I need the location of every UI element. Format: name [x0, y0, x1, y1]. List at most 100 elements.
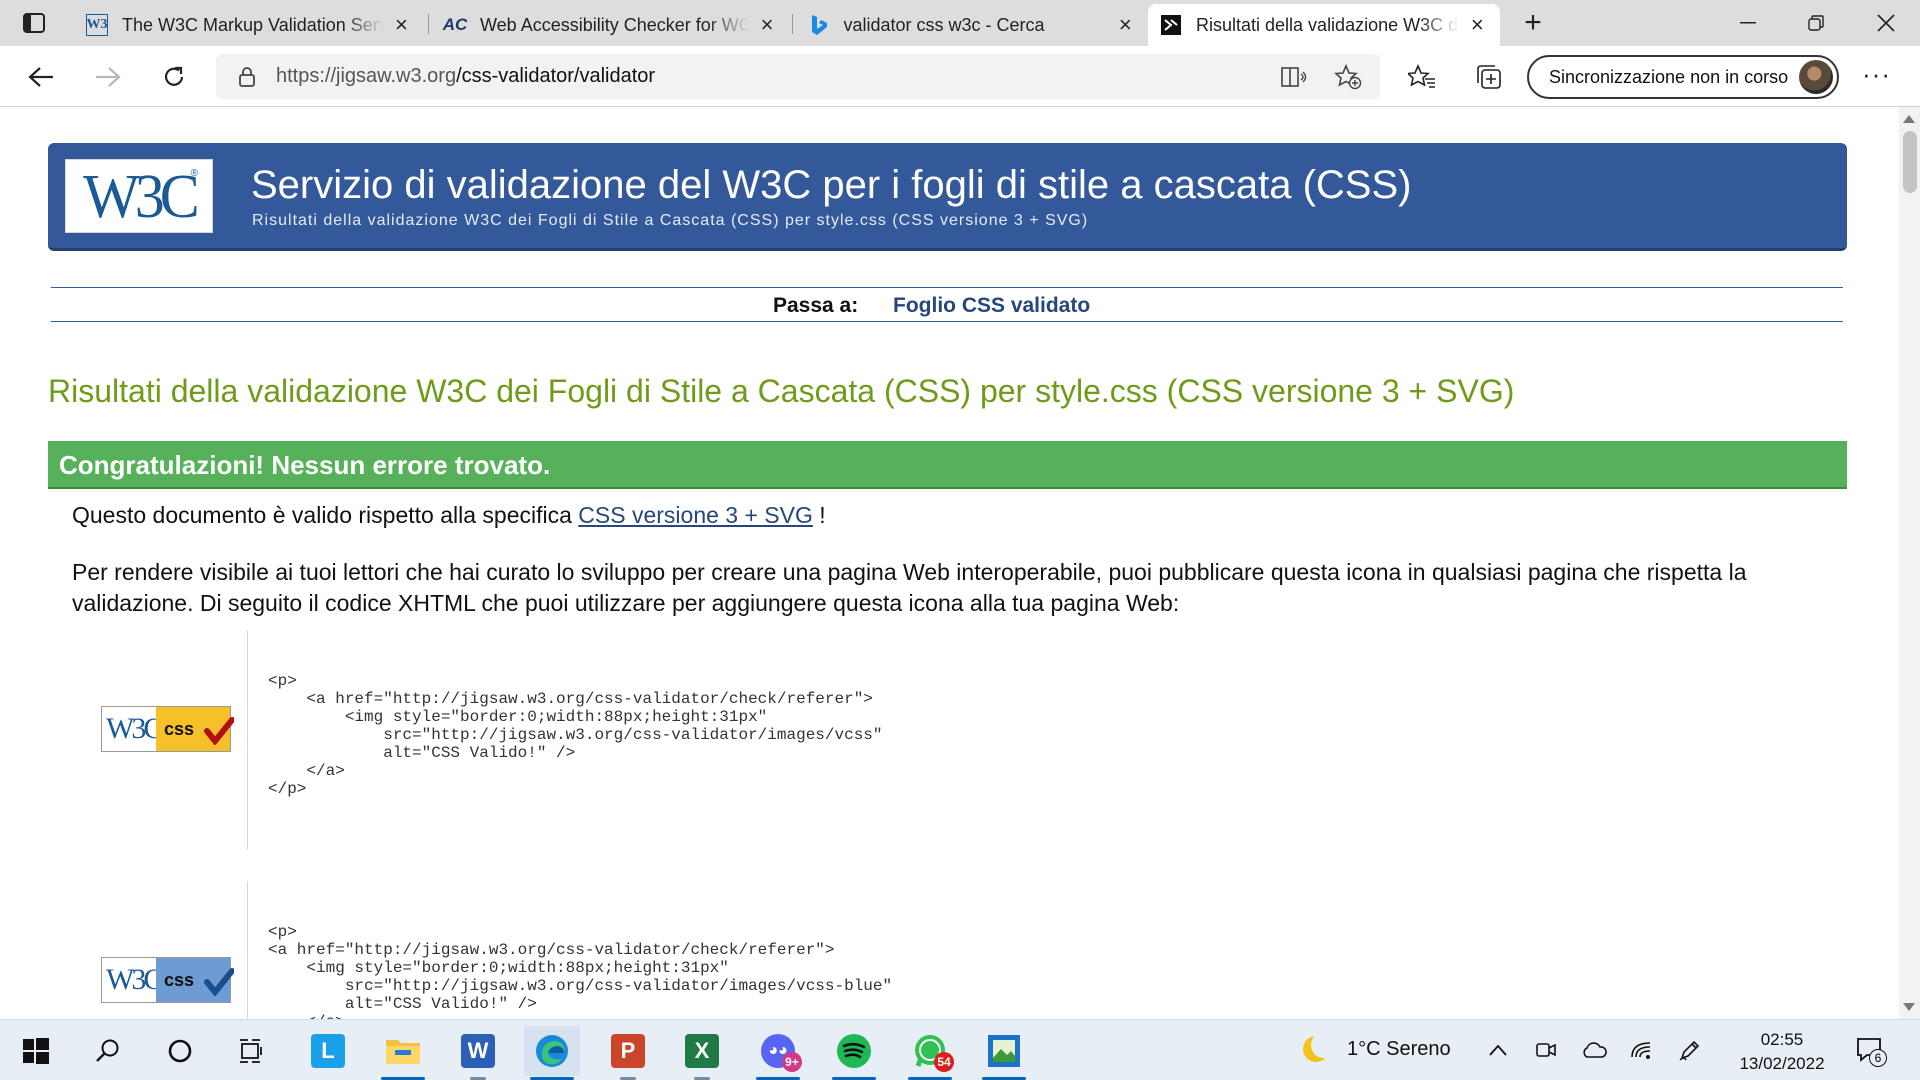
more-options-icon[interactable]: ··· [1862, 61, 1891, 87]
valid-statement: Questo documento è valido rispetto alla … [72, 502, 826, 529]
cortana-icon[interactable] [152, 1026, 208, 1076]
badge-code-blue[interactable]: <p> <a href="http://jigsaw.w3.org/css-va… [268, 923, 892, 1019]
w3c-favicon-icon: W3 [86, 14, 108, 36]
edge-icon[interactable] [524, 1026, 580, 1080]
badge-css-area: css [156, 707, 234, 751]
jump-link-validated-css[interactable]: Foglio CSS validato [893, 294, 1090, 318]
badge-w3c-text: W3C [106, 712, 163, 745]
badge-css-area: css [156, 958, 234, 1002]
css-spec-link[interactable]: CSS versione 3 + SVG [578, 502, 813, 528]
scroll-thumb[interactable] [1903, 131, 1917, 193]
new-tab-button[interactable]: + [1518, 8, 1548, 40]
icon-paragraph: Per rendere visibile ai tuoi lettori che… [72, 559, 1747, 616]
results-title: Risultati della validazione W3C dei Fogl… [48, 373, 1515, 409]
close-icon[interactable]: × [756, 12, 778, 37]
logo-text: W3C [83, 160, 200, 231]
badge-row-blue: W3C css <p> <a href="http://jigsaw.w3.or… [48, 881, 1847, 1019]
close-icon[interactable]: × [391, 12, 412, 37]
tab-strip: W3 The W3C Markup Validation Service × A… [0, 0, 1920, 46]
chevron-up-icon[interactable] [1484, 1036, 1512, 1064]
lock-icon[interactable] [236, 66, 258, 88]
badge-css-text: css [164, 969, 195, 990]
refresh-icon[interactable] [157, 60, 191, 94]
divider [247, 630, 248, 850]
valid-post: ! [812, 502, 826, 528]
search-icon[interactable] [80, 1026, 136, 1076]
page-icon [1160, 14, 1182, 36]
task-view-icon[interactable] [224, 1026, 280, 1076]
discord-icon[interactable]: ◕◕ 9+ [750, 1026, 806, 1080]
url-host: https://jigsaw.w3.org [276, 65, 457, 87]
spotify-icon[interactable] [826, 1026, 882, 1080]
word-icon[interactable]: W [450, 1026, 506, 1080]
restore-icon[interactable] [1796, 8, 1836, 38]
success-message: Congratulazioni! Nessun errore trovato. [59, 450, 551, 480]
powerpoint-icon[interactable]: P [600, 1026, 656, 1080]
wifi-icon[interactable] [1628, 1036, 1656, 1064]
tab-actions-icon[interactable] [20, 10, 48, 36]
clock-time: 02:55 [1760, 1030, 1804, 1049]
system-clock[interactable]: 02:55 13/02/2022 [1730, 1028, 1834, 1076]
windows-taskbar: L W P X ◕◕ 9+ 54 1°C Sereno 02:55 13/02/… [0, 1019, 1920, 1080]
url-path: /css-validator/validator [456, 65, 656, 87]
pen-icon[interactable] [1676, 1036, 1704, 1064]
scroll-up-icon[interactable] [1903, 115, 1915, 123]
tab-bing-search[interactable]: validator css w3c - Cerca × [796, 4, 1148, 46]
jump-bar: Passa a: Foglio CSS validato [51, 287, 1843, 322]
forward-icon[interactable] [91, 60, 125, 94]
photo-app-icon[interactable] [976, 1026, 1032, 1080]
css-valid-badge-gold[interactable]: W3C css [101, 706, 234, 752]
favorites-icon[interactable] [1407, 62, 1437, 92]
tab-accessibility-checker[interactable]: AC Web Accessibility Checker for WCAG × [432, 4, 790, 46]
page-viewport: W3C ® Servizio di validazione del W3C pe… [0, 107, 1899, 1019]
sync-profile-button[interactable]: Sincronizzazione non in corso [1527, 55, 1839, 99]
tab-title: validator css w3c - Cerca [843, 14, 1045, 35]
start-icon[interactable] [8, 1026, 64, 1076]
weather-text[interactable]: 1°C Sereno [1347, 1038, 1451, 1061]
immersive-reader-icon[interactable] [1280, 64, 1308, 90]
tab-separator [428, 14, 429, 34]
onedrive-icon[interactable] [1580, 1036, 1608, 1064]
sync-label: Sincronizzazione non in corso [1549, 66, 1789, 87]
excel-icon[interactable]: X [674, 1026, 730, 1080]
tab-w3c-markup-validator[interactable]: W3 The W3C Markup Validation Service × [74, 4, 424, 46]
divider [247, 881, 248, 1019]
banner-title: Servizio di validazione del W3C per i fo… [251, 163, 1412, 207]
minimize-icon[interactable] [1728, 8, 1768, 38]
success-banner: Congratulazioni! Nessun errore trovato. [48, 441, 1847, 489]
close-icon[interactable]: × [1467, 12, 1488, 37]
discord-badge: 9+ [782, 1052, 802, 1072]
window-close-icon[interactable] [1866, 8, 1906, 38]
badge-code-gold[interactable]: <p> <a href="http://jigsaw.w3.org/css-va… [268, 672, 883, 798]
meet-now-icon[interactable] [1532, 1036, 1560, 1064]
whatsapp-badge: 54 [934, 1052, 954, 1072]
page-banner: W3C ® Servizio di validazione del W3C pe… [48, 143, 1847, 251]
collections-icon[interactable] [1474, 62, 1504, 92]
lenovo-icon[interactable]: L [300, 1026, 356, 1076]
url-text[interactable]: https://jigsaw.w3.org/css-validator/vali… [276, 65, 655, 88]
close-icon[interactable]: × [1115, 12, 1136, 37]
weather-moon-icon[interactable] [1303, 1032, 1337, 1062]
css-valid-badge-blue[interactable]: W3C css [101, 957, 234, 1003]
address-bar[interactable]: https://jigsaw.w3.org/css-validator/vali… [216, 54, 1380, 99]
page-scrollbar[interactable] [1899, 107, 1920, 1019]
w3c-logo[interactable]: W3C ® [65, 159, 213, 233]
add-favorite-icon[interactable] [1334, 64, 1362, 90]
whatsapp-icon[interactable]: 54 [902, 1026, 958, 1080]
tab-w3c-css-results[interactable]: Risultati della validazione W3C dei Fogl… [1148, 4, 1500, 46]
clock-date: 13/02/2022 [1739, 1054, 1825, 1073]
registered-mark: ® [190, 168, 198, 179]
checkmark-red-icon [204, 717, 234, 745]
file-explorer-icon[interactable] [375, 1026, 431, 1080]
banner-subtitle: Risultati della validazione W3C dei Fogl… [252, 212, 1089, 229]
scroll-down-icon[interactable] [1903, 1003, 1915, 1011]
badge-w3c-text: W3C [106, 963, 163, 996]
tab-title: Risultati della validazione W3C dei Fogl… [1196, 14, 1459, 35]
jump-label: Passa a: [773, 294, 859, 317]
browser-toolbar: https://jigsaw.w3.org/css-validator/vali… [0, 46, 1920, 107]
tab-separator [792, 14, 793, 34]
back-icon[interactable] [24, 60, 58, 94]
badge-css-text: css [164, 718, 195, 739]
notification-center-icon[interactable]: 6 [1855, 1035, 1887, 1067]
bing-icon [808, 14, 829, 36]
